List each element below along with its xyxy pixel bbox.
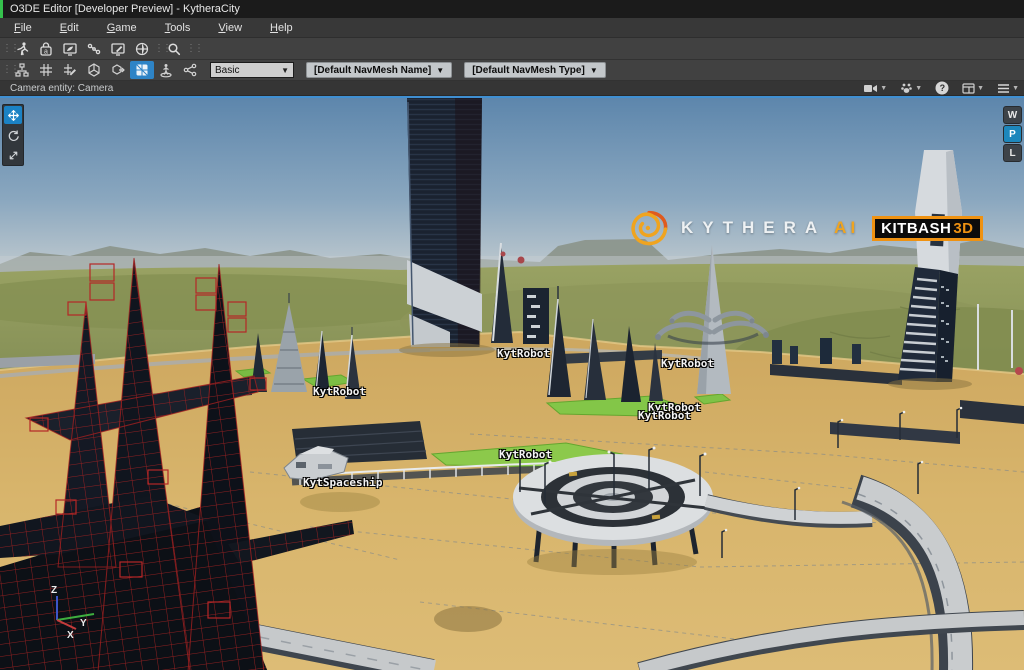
navmesh-profile-value: Basic xyxy=(215,65,239,76)
environment-display-icon[interactable] xyxy=(58,40,82,58)
menu-item[interactable]: Edit xyxy=(46,22,93,34)
script-lock-icon[interactable]: a xyxy=(34,40,58,58)
globe-icon[interactable] xyxy=(130,40,154,58)
chevron-down-icon: ▼ xyxy=(915,85,922,92)
red-sphere xyxy=(501,252,506,257)
camera-select-button[interactable]: ▼ xyxy=(864,83,887,94)
chevron-down-icon: ▼ xyxy=(281,66,289,75)
menu-bar: FileEditGameToolsViewHelp xyxy=(0,18,1024,38)
navigation-toolbar: ⋮⋮ Basic ▼ [Default NavMesh Name] ▼ [Def… xyxy=(0,60,1024,81)
menu-item[interactable]: Help xyxy=(256,22,307,34)
menu-item[interactable]: Tools xyxy=(151,22,205,34)
title-bar: O3DE Editor [Developer Preview] - Kyther… xyxy=(0,0,1024,18)
3d-viewport-scene[interactable]: Z Y X xyxy=(0,98,1024,670)
view-mode-buttons: WPL xyxy=(1004,107,1021,161)
help-button[interactable]: ? xyxy=(935,81,949,95)
main-toolbar: ⋮⋮ a ⋮⋮ ⋮⋮ xyxy=(0,38,1024,60)
navmesh-debug-icon[interactable] xyxy=(130,61,154,79)
navmesh-profile-dropdown[interactable]: Basic ▼ xyxy=(210,62,294,78)
axis-x-label: X xyxy=(67,630,74,641)
viewport-header-icons: ▼ ▼ ? ▼ ▼ xyxy=(851,81,1019,95)
red-sphere xyxy=(518,257,525,264)
rotate-tool-button[interactable] xyxy=(4,126,22,144)
toolbar-drag-handle[interactable]: ⋮⋮ xyxy=(186,40,194,58)
window-title: O3DE Editor [Developer Preview] - Kyther… xyxy=(10,3,240,15)
view-mode-button[interactable]: L xyxy=(1004,145,1021,161)
ui-editor-icon[interactable] xyxy=(106,40,130,58)
chevron-down-icon: ▼ xyxy=(590,66,598,75)
view-mode-button[interactable]: P xyxy=(1004,126,1021,142)
toolbar-drag-handle[interactable]: ⋮⋮ xyxy=(2,61,10,79)
navmesh-name-value: [Default NavMesh Name] xyxy=(314,65,431,76)
3d-viewport[interactable]: Z Y X WPL KYTHERA AI KITBASH 3D xyxy=(0,96,1024,670)
transform-toolbar xyxy=(2,104,24,166)
camera-entity-label: Camera entity: Camera xyxy=(10,83,113,94)
navmesh-type-dropdown[interactable]: [Default NavMesh Type] ▼ xyxy=(464,62,606,78)
grid-edit-icon[interactable] xyxy=(58,61,82,79)
svg-text:?: ? xyxy=(940,83,946,93)
agent-icon[interactable] xyxy=(154,61,178,79)
scale-tool-button[interactable] xyxy=(4,146,22,164)
move-tool-button[interactable] xyxy=(4,106,22,124)
hierarchy-icon[interactable] xyxy=(10,61,34,79)
search-icon[interactable] xyxy=(162,40,186,58)
track-view-icon[interactable] xyxy=(82,40,106,58)
window-accent-strip xyxy=(0,0,3,18)
layout-button[interactable]: ▼ xyxy=(962,83,984,94)
menu-item[interactable]: File xyxy=(0,22,46,34)
behavior-graph-icon[interactable] xyxy=(178,61,202,79)
view-mode-button[interactable]: W xyxy=(1004,107,1021,123)
simulate-runner-icon[interactable] xyxy=(10,40,34,58)
navmesh-type-value: [Default NavMesh Type] xyxy=(472,65,585,76)
chevron-down-icon: ▼ xyxy=(880,85,887,92)
grid-icon[interactable] xyxy=(34,61,58,79)
debug-draw-button[interactable]: ▼ xyxy=(900,82,922,94)
mesh-hex-icon[interactable] xyxy=(82,61,106,79)
menu-item[interactable]: Game xyxy=(93,22,151,34)
entity-central-tower[interactable] xyxy=(399,98,495,357)
navmesh-name-dropdown[interactable]: [Default NavMesh Name] ▼ xyxy=(306,62,452,78)
axis-z-label: Z xyxy=(51,585,57,596)
toolbar-drag-handle[interactable]: ⋮⋮ xyxy=(2,40,10,58)
svg-text:a: a xyxy=(44,48,48,55)
viewport-header: Camera entity: Camera ▼ ▼ ? ▼ ▼ xyxy=(0,81,1024,96)
toolbar-drag-handle[interactable]: ⋮⋮ xyxy=(154,40,162,58)
viewport-menu-button[interactable]: ▼ xyxy=(997,83,1019,94)
mesh-export-icon[interactable] xyxy=(106,61,130,79)
chevron-down-icon: ▼ xyxy=(1012,85,1019,92)
chevron-down-icon: ▼ xyxy=(977,85,984,92)
chevron-down-icon: ▼ xyxy=(436,66,444,75)
axis-y-label: Y xyxy=(80,618,87,629)
menu-item[interactable]: View xyxy=(204,22,256,34)
